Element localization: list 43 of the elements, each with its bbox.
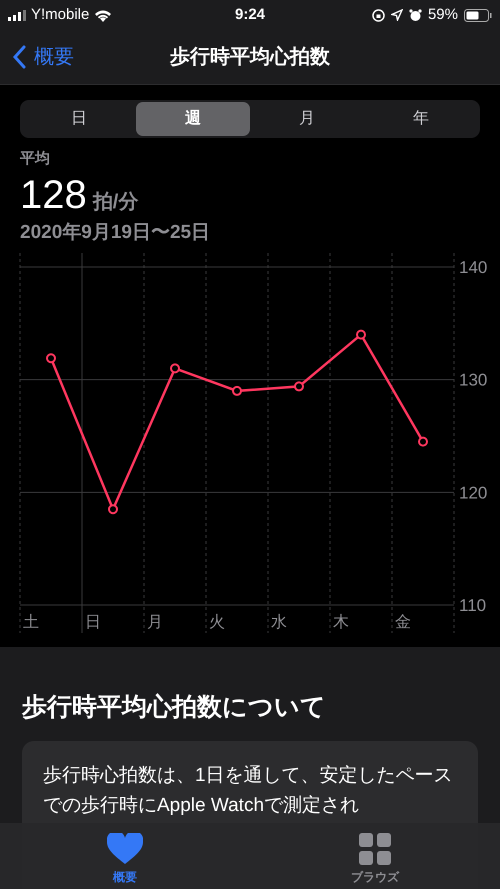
chevron-left-icon [12, 45, 26, 69]
grid-icon [359, 833, 391, 865]
date-range: 2020年9月19日〜25日 [20, 220, 212, 244]
screen-title: 歩行時平均心拍数 [170, 44, 330, 70]
unit-label: 拍/分 [92, 190, 138, 214]
segment-tab[interactable]: 月 [250, 102, 364, 136]
description-text: 歩行時心拍数は、1日を通して、安定したペースでの歩行時にApple Watchで測定され [43, 764, 454, 818]
clock: 9:24 [234, 4, 266, 25]
axis-label: 110 [459, 596, 486, 615]
axis-label: 130 [459, 370, 488, 390]
data-point [294, 381, 304, 392]
axis-label: 120 [459, 483, 488, 502]
axis-label: 木 [333, 614, 349, 631]
wifi-icon [94, 8, 112, 22]
data-point [46, 353, 56, 364]
average-value: 128 [20, 172, 87, 216]
axis-label: 140 [459, 258, 488, 277]
axis-label: 月 [147, 614, 163, 631]
heart-icon [107, 833, 143, 865]
data-point [170, 363, 180, 374]
data-point [418, 436, 428, 447]
average-label: 平均 [20, 149, 51, 169]
back-button[interactable]: 概要 [0, 42, 74, 72]
segment-tab[interactable]: 日 [22, 102, 136, 136]
data-point [108, 504, 118, 514]
signal-icon [8, 10, 26, 20]
carrier-name: Y!mobile [31, 4, 90, 25]
battery-icon [464, 8, 492, 22]
tab-bar-item[interactable]: 概要 [0, 823, 250, 889]
axis-label: 土 [23, 614, 39, 631]
battery-percent: 59% [428, 4, 458, 25]
section-heading: 歩行時平均心拍数について [22, 692, 327, 723]
rotation-lock-icon [372, 8, 385, 22]
data-point [232, 386, 242, 396]
axis-label: 金 [395, 614, 411, 631]
segment-tab[interactable]: 年 [364, 102, 478, 136]
location-icon [390, 9, 403, 21]
axis-label: 火 [209, 614, 225, 631]
axis-label: 日 [85, 614, 101, 631]
tab-bar-item[interactable]: ブラウズ [250, 823, 500, 889]
data-point [356, 330, 366, 340]
segment-tab[interactable]: 週 [136, 102, 250, 136]
axis-label: 水 [271, 614, 287, 631]
